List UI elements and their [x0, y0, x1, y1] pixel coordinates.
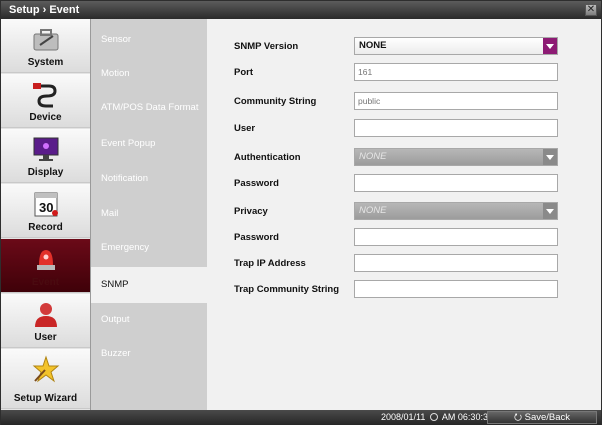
sidebar-item-setup-wizard[interactable]: Setup Wizard [1, 349, 90, 409]
submenu-item-snmp[interactable]: SNMP [91, 267, 207, 303]
title-bar: Setup › Event ✕ [1, 1, 601, 19]
trap-community-row: Trap Community String [207, 277, 601, 303]
authentication-select[interactable]: NONE [354, 148, 558, 166]
auth-password-row: Password [207, 171, 601, 197]
return-arrow-icon: ⭮ [513, 412, 522, 423]
sidebar-item-display[interactable]: Display [1, 129, 90, 183]
submenu-item-output[interactable]: Output [91, 303, 207, 337]
authentication-value: NONE [359, 151, 387, 162]
calendar-day-text: 30 [39, 200, 53, 215]
sidebar-item-label: Setup Wizard [13, 393, 78, 404]
siren-icon [37, 250, 55, 270]
port-label: Port [234, 67, 253, 78]
port-input[interactable] [354, 63, 558, 81]
submenu-item-notification[interactable]: Notification [91, 162, 207, 196]
user-label: User [234, 123, 256, 134]
community-string-input[interactable] [354, 92, 558, 110]
close-icon[interactable]: ✕ [585, 4, 597, 16]
submenu-item-atm-pos[interactable]: ATM/POS Data Format [91, 91, 207, 125]
save-back-label: Save/Back [524, 412, 571, 423]
auth-password-input[interactable] [354, 174, 558, 192]
cable-icon [33, 83, 57, 108]
chevron-down-icon [543, 38, 557, 54]
snmp-settings-panel: SNMP Version NONE Port Community String … [207, 19, 601, 410]
submenu-item-emergency[interactable]: Emergency [91, 231, 207, 265]
privacy-label: Privacy [234, 206, 268, 217]
sidebar-item-system[interactable]: System [1, 19, 90, 73]
privacy-value: NONE [359, 205, 387, 216]
user-icon [35, 303, 57, 327]
save-back-button[interactable]: ⭮ Save/Back [487, 411, 597, 424]
trap-community-label: Trap Community String [234, 284, 340, 295]
submenu-item-mail[interactable]: Mail [91, 197, 207, 231]
sidebar-item-device[interactable]: Device [1, 74, 90, 128]
submenu-item-event-popup[interactable]: Event Popup [91, 127, 207, 161]
port-row: Port [207, 60, 601, 86]
toolbox-icon [33, 29, 59, 51]
window-title: Setup › Event [9, 4, 80, 16]
privacy-password-label: Password [234, 232, 279, 243]
date-text: 2008/01/11 [381, 412, 426, 422]
authentication-row: Authentication NONE [207, 145, 601, 171]
wizard-star-icon [32, 355, 60, 383]
sidebar: System Device Display 30 Record Event Us… [1, 19, 91, 410]
setup-window: Setup › Event ✕ System Device Display 30… [0, 0, 602, 425]
auth-password-label: Password [234, 178, 279, 189]
submenu-item-motion[interactable]: Motion [91, 57, 207, 91]
time-text: AM 06:30:36 [441, 412, 493, 422]
event-submenu: Sensor Motion ATM/POS Data Format Event … [91, 19, 207, 410]
sidebar-item-label: User [34, 332, 57, 343]
privacy-row: Privacy NONE [207, 199, 601, 225]
sidebar-item-label: Record [28, 222, 63, 233]
chevron-down-icon [543, 149, 557, 165]
datetime-display: 2008/01/11 AM 06:30:36 [381, 411, 493, 424]
sidebar-item-event[interactable]: Event [1, 239, 90, 293]
community-string-label: Community String [234, 96, 317, 107]
clock-icon [429, 413, 438, 421]
snmp-version-row: SNMP Version NONE [207, 34, 601, 60]
sidebar-item-label: Device [29, 112, 62, 123]
privacy-password-input[interactable] [354, 228, 558, 246]
user-row: User [207, 116, 601, 142]
sidebar-item-label: System [27, 57, 64, 68]
privacy-select[interactable]: NONE [354, 202, 558, 220]
sidebar-item-label: Display [27, 167, 64, 178]
calendar-icon: 30 [34, 192, 58, 217]
privacy-password-row: Password [207, 225, 601, 251]
snmp-version-value: NONE [359, 40, 387, 51]
trap-ip-input[interactable] [354, 254, 558, 272]
trap-community-input[interactable] [354, 280, 558, 298]
monitor-icon [33, 137, 59, 161]
status-bar: 2008/01/11 AM 06:30:36 ⭮ Save/Back [1, 410, 601, 425]
submenu-item-buzzer[interactable]: Buzzer [91, 337, 207, 371]
user-input[interactable] [354, 119, 558, 137]
sidebar-item-user[interactable]: User [1, 294, 90, 348]
community-string-row: Community String [207, 89, 601, 115]
snmp-version-label: SNMP Version [234, 41, 299, 52]
snmp-version-select[interactable]: NONE [354, 37, 558, 55]
sidebar-item-record[interactable]: 30 Record [1, 184, 90, 238]
trap-ip-label: Trap IP Address [234, 258, 306, 269]
submenu-item-sensor[interactable]: Sensor [91, 23, 207, 57]
sidebar-item-label: Event [31, 277, 60, 288]
chevron-down-icon [543, 203, 557, 219]
trap-ip-row: Trap IP Address [207, 251, 601, 277]
authentication-label: Authentication [234, 152, 301, 163]
